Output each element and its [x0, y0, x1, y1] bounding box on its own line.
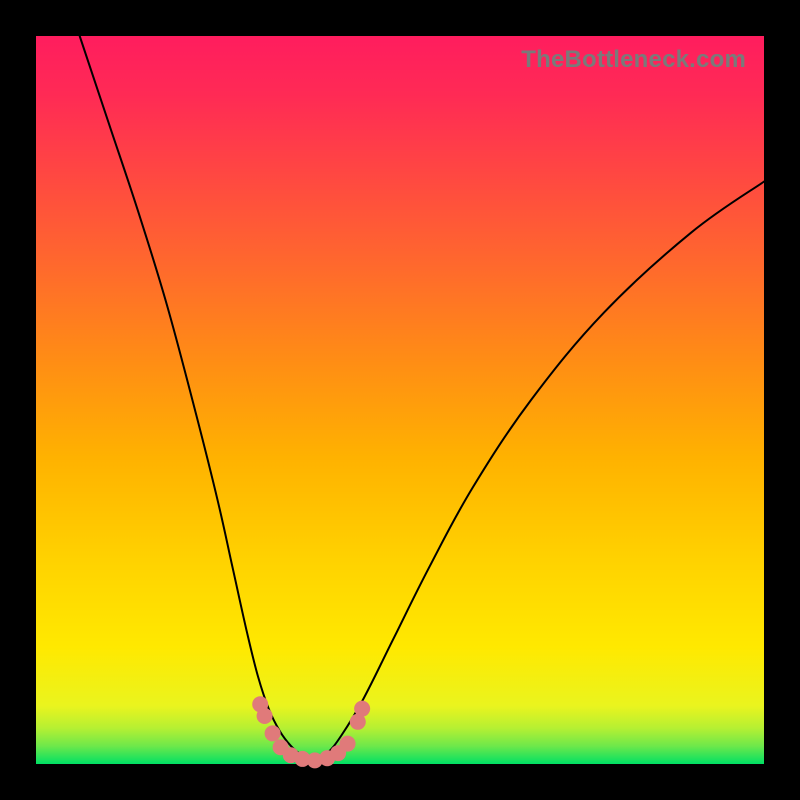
curve-left — [80, 36, 313, 760]
bottom-marker — [340, 736, 356, 752]
curve-right — [313, 182, 764, 761]
bottom-marker — [257, 708, 273, 724]
chart-svg — [36, 36, 764, 764]
plot-area: TheBottleneck.com — [36, 36, 764, 764]
bottom-marker — [265, 725, 281, 741]
bottom-marker — [354, 701, 370, 717]
chart-frame: TheBottleneck.com — [0, 0, 800, 800]
bottom-markers-group — [252, 696, 370, 768]
